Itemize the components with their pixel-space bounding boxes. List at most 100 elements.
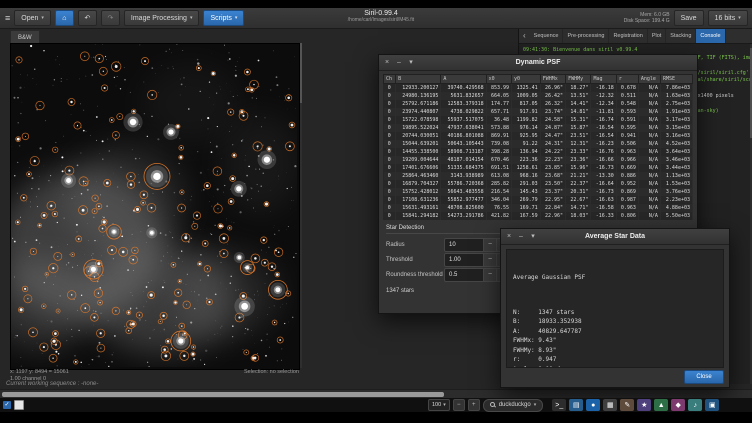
table-row[interactable]: 014455.33850058908.713187398.28136.9424.… — [384, 148, 693, 156]
save-button[interactable]: Save — [674, 10, 704, 26]
radius-decrement-button[interactable]: − — [483, 239, 496, 251]
average-star-data-body: Average Gaussian PSF N: 1347 starsB: 189… — [506, 249, 724, 368]
chevron-down-icon: ▾ — [443, 402, 446, 408]
window-menu-icon[interactable]: ▾ — [407, 59, 415, 66]
close-button[interactable]: Close — [684, 370, 724, 384]
open-button[interactable]: Open ▾ — [14, 10, 51, 26]
browser-icon[interactable]: ● — [586, 399, 600, 411]
column-header[interactable]: FWHMx — [540, 75, 565, 84]
tab-sequence[interactable]: Sequence — [530, 28, 564, 43]
avg-psf-heading: Average Gaussian PSF — [513, 273, 717, 283]
table-row[interactable]: 015044.63920150643.105443739.0891.2224.3… — [384, 140, 693, 148]
show-desktop-icon[interactable]: ▣ — [705, 399, 719, 411]
column-header[interactable]: x0 — [486, 75, 511, 84]
taskbar-search[interactable]: duckduckgo ▾ — [483, 399, 544, 412]
table-row[interactable]: 025792.67118612583.379318174.77817.0526.… — [384, 100, 693, 108]
undo-button[interactable]: ↶ — [78, 10, 97, 26]
gimp-icon[interactable]: ✎ — [620, 399, 634, 411]
column-header[interactable]: FWHMy — [566, 75, 591, 84]
scripts-menu-button[interactable]: Scripts ▾ — [203, 10, 244, 26]
threshold-value[interactable]: 1.00 — [445, 254, 483, 266]
bit-depth-dropdown[interactable]: 16 bits ▾ — [708, 10, 748, 26]
app-subtitle: /home/carl/Images/siril/M45.fit — [348, 18, 414, 24]
terminal-icon[interactable]: >_ — [552, 399, 566, 411]
preview-checkbox-checked[interactable]: ✓ — [3, 401, 11, 409]
close-icon[interactable]: × — [505, 233, 513, 240]
minimize-icon[interactable]: – — [395, 59, 403, 66]
roundness-label: Roundness threshold — [386, 272, 444, 278]
table-row[interactable]: 017401.67660651335.684375691.511258.6123… — [384, 164, 693, 172]
tab-stacking[interactable]: Stacking — [666, 28, 696, 43]
disk-info: Disk Space: 199.4 G — [624, 18, 670, 24]
table-row[interactable]: 024980.1361955631.832657664.051009.0526.… — [384, 92, 693, 100]
table-row[interactable]: 019209.00464448187.014154670.46223.3622.… — [384, 156, 693, 164]
table-row[interactable]: 019895.52202447937.638041573.88976.1424.… — [384, 124, 693, 132]
table-row[interactable]: 015631.49316148708.82560076.55169.7122.8… — [384, 204, 693, 212]
avg-field: A: 40829.647787 — [513, 327, 717, 337]
back-arrow-icon[interactable]: ‹ — [519, 28, 530, 43]
psf-table: ChBAx0y0FWHMxFWHMyMagrAngleRMSE 012933.2… — [383, 74, 693, 220]
channel-tab-bw[interactable]: B&W — [10, 30, 40, 44]
redo-button[interactable]: ↷ — [101, 10, 120, 26]
music-icon[interactable]: ♪ — [688, 399, 702, 411]
roundness-value[interactable]: 0.5 — [445, 269, 483, 281]
apps-grid-icon[interactable]: ▦ — [603, 399, 617, 411]
column-header[interactable]: A — [441, 75, 486, 84]
avg-fields: N: 1347 starsB: 18933.352938A: 40829.647… — [513, 308, 717, 369]
channel-tab-label: B&W — [18, 35, 32, 41]
table-row[interactable]: 016879.70432755786.720368285.82291.0323.… — [384, 180, 693, 188]
tab-registration[interactable]: Registration — [609, 28, 647, 43]
tab-pre-processing[interactable]: Pre-processing — [563, 28, 609, 43]
files-icon[interactable]: ▤ — [569, 399, 583, 411]
close-icon[interactable]: × — [383, 59, 391, 66]
average-star-data-titlebar[interactable]: × – ▾ Average Star Data — [501, 229, 729, 245]
tab-console[interactable]: Console — [696, 28, 725, 43]
minimize-icon[interactable]: – — [517, 233, 525, 240]
undo-icon: ↶ — [84, 14, 90, 22]
column-header[interactable]: Ch — [384, 75, 396, 84]
starfield-image[interactable] — [11, 44, 297, 367]
table-row[interactable]: 020744.03005140186.801088869.91925.9524.… — [384, 132, 693, 140]
column-header[interactable]: B — [396, 75, 441, 84]
image-viewport[interactable] — [10, 43, 300, 370]
window-menu-icon[interactable]: ▾ — [529, 233, 537, 240]
column-header[interactable]: Mag — [591, 75, 616, 84]
zoom-out-button[interactable]: − — [453, 399, 465, 411]
chevron-down-icon: ▾ — [534, 402, 537, 408]
table-row[interactable]: 023974.4408074738.029822657.71917.9123.7… — [384, 108, 693, 116]
psf-table-body: 012933.20012739740.429568853.991325.4126… — [384, 84, 693, 221]
column-header[interactable]: Angle — [638, 75, 660, 84]
table-row[interactable]: 015752.42801256643.483558216.54145.4323.… — [384, 188, 693, 196]
dynamic-psf-titlebar[interactable]: × – ▾ Dynamic PSF — [379, 55, 697, 71]
preview-checkbox-empty[interactable] — [14, 400, 24, 410]
table-row[interactable]: 017108.63123655852.977477346.04269.7922.… — [384, 196, 693, 204]
zoom-in-button[interactable]: + — [468, 399, 480, 411]
hamburger-icon[interactable]: ≡ — [5, 13, 10, 23]
table-row[interactable]: 025864.4634603143.938989613.08968.1623.6… — [384, 172, 693, 180]
roundness-decrement-button[interactable]: − — [483, 269, 496, 281]
main-toolbar: ≡ Open ▾ ⌂ ↶ ↷ Image Processing ▾ Script… — [0, 8, 752, 29]
column-header[interactable]: RMSE — [660, 75, 692, 84]
chevron-down-icon: ▾ — [190, 15, 193, 21]
average-star-data-window: × – ▾ Average Star Data Average Gaussian… — [500, 228, 730, 388]
home-button[interactable]: ⌂ — [55, 10, 74, 26]
photos-icon[interactable]: ◆ — [671, 399, 685, 411]
table-row[interactable]: 015841.29418254273.291786421.82167.5922.… — [384, 212, 693, 220]
table-row[interactable]: 012933.20012739740.429568853.991325.4126… — [384, 84, 693, 93]
system-info: Mem: 6.0 GB Disk Space: 199.4 G — [624, 12, 670, 25]
zoom-entry[interactable]: 100 ▾ — [428, 399, 450, 411]
table-row[interactable]: 015722.07859855937.51707536.481199.8224.… — [384, 116, 693, 124]
avg-field: B: 18933.352938 — [513, 317, 717, 327]
chart-icon[interactable]: ▲ — [654, 399, 668, 411]
radius-label: Radius — [386, 242, 444, 248]
chevron-down-icon: ▾ — [738, 15, 741, 21]
search-icon — [490, 402, 496, 408]
siril-icon[interactable]: ★ — [637, 399, 651, 411]
image-status-row: x: 1197 y: 8494 = 15061 Selection: no se… — [10, 369, 299, 375]
threshold-decrement-button[interactable]: − — [483, 254, 496, 266]
column-header[interactable]: r — [616, 75, 638, 84]
radius-value[interactable]: 10 — [445, 239, 483, 251]
tab-plot[interactable]: Plot — [648, 28, 666, 43]
image-processing-menu-button[interactable]: Image Processing ▾ — [124, 10, 200, 26]
column-header[interactable]: y0 — [512, 75, 541, 84]
